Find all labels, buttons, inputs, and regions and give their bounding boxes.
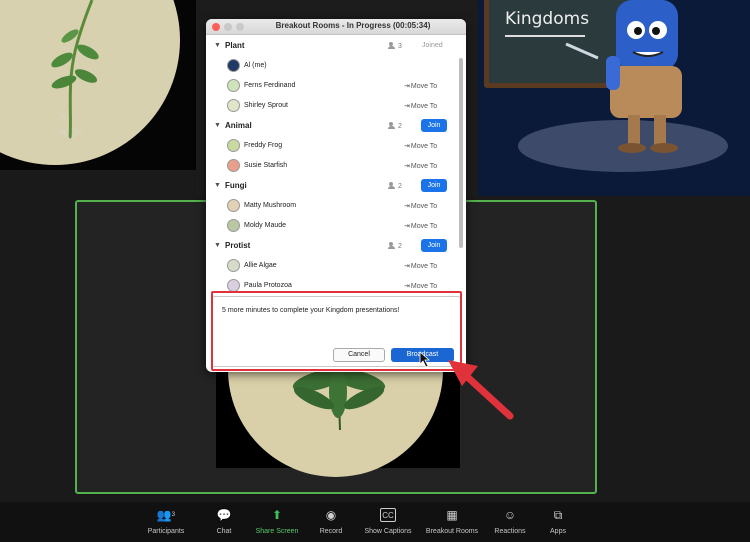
avatar [227, 59, 240, 72]
room-list: ▼ Plant 3 Joined Al (me) Ferns Ferdinand… [206, 36, 466, 308]
video-tile-plant-drawing [0, 0, 196, 170]
apps-icon: ⧉ [553, 508, 563, 522]
person-icon [388, 182, 395, 189]
captions-icon: CC [380, 508, 396, 522]
apps-button[interactable]: ⧉ Apps [523, 508, 593, 535]
person-icon [388, 242, 395, 249]
member-name: Ferns Ferdinand [244, 82, 296, 89]
room-name: Animal [225, 121, 252, 130]
avatar [227, 99, 240, 112]
cancel-button[interactable]: Cancel [333, 348, 385, 362]
participant-count: 2 [388, 182, 402, 190]
person-icon [388, 42, 395, 49]
minimize-window-icon[interactable] [224, 23, 232, 31]
member-name: Al (me) [244, 62, 267, 69]
member-row: Shirley Sprout ⇥Move To [206, 96, 466, 116]
chevron-down-icon[interactable]: ▼ [214, 122, 221, 129]
member-row: Ferns Ferdinand ⇥Move To [206, 76, 466, 96]
room-list-scrollbar[interactable] [459, 58, 463, 248]
move-arrow-icon: ⇥ [404, 163, 410, 170]
meeting-toolbar: 👥3 Participants 💬 Chat ⬆ Share Screen ◉ … [0, 502, 750, 542]
chevron-down-icon[interactable]: ▼ [214, 242, 221, 249]
room-name: Fungi [225, 181, 247, 190]
move-arrow-icon: ⇥ [404, 143, 410, 150]
room-header-fungi[interactable]: ▼ Fungi 2 Join [206, 176, 466, 196]
avatar [227, 219, 240, 232]
close-window-icon[interactable] [212, 23, 220, 31]
move-to-button[interactable]: ⇥Move To [404, 162, 437, 170]
joined-status: Joined [422, 42, 443, 49]
participant-count: 3 [388, 42, 402, 50]
chevron-down-icon[interactable]: ▼ [214, 42, 221, 49]
move-to-button[interactable]: ⇥Move To [404, 202, 437, 210]
avatar [227, 259, 240, 272]
move-to-button[interactable]: ⇥Move To [404, 82, 437, 90]
participant-count: 2 [388, 122, 402, 130]
avatar [227, 159, 240, 172]
fern-sprout-image [51, 0, 99, 141]
avatar [227, 79, 240, 92]
move-arrow-icon: ⇥ [404, 283, 410, 290]
room-name: Plant [225, 41, 245, 50]
maximize-window-icon[interactable] [236, 23, 244, 31]
member-name: Freddy Frog [244, 142, 283, 149]
member-row: Moldy Maude ⇥Move To [206, 216, 466, 236]
move-arrow-icon: ⇥ [404, 103, 410, 110]
join-button[interactable]: Join [421, 119, 447, 132]
room-header-animal[interactable]: ▼ Animal 2 Join [206, 116, 466, 136]
avatar [227, 139, 240, 152]
person-icon [388, 122, 395, 129]
move-arrow-icon: ⇥ [404, 83, 410, 90]
window-titlebar[interactable]: Breakout Rooms - In Progress (00:05:34) [206, 19, 466, 35]
breakout-rooms-window: Breakout Rooms - In Progress (00:05:34) … [206, 19, 466, 372]
move-arrow-icon: ⇥ [404, 263, 410, 270]
move-arrow-icon: ⇥ [404, 203, 410, 210]
member-row: Allie Algae ⇥Move To [206, 256, 466, 276]
member-row: Susie Starfish ⇥Move To [206, 156, 466, 176]
member-name: Susie Starfish [244, 162, 288, 169]
room-header-protist[interactable]: ▼ Protist 2 Join [206, 236, 466, 256]
move-to-button[interactable]: ⇥Move To [404, 262, 437, 270]
member-row: Matty Mushroom ⇥Move To [206, 196, 466, 216]
member-row: Paula Protozoa ⇥Move To [206, 276, 466, 296]
member-name: Allie Algae [244, 262, 277, 269]
chevron-down-icon[interactable]: ▼ [214, 182, 221, 189]
broadcast-button[interactable]: Broadcast [391, 348, 454, 362]
video-tile-kingdoms-character: Kingdoms [478, 0, 750, 196]
member-name: Moldy Maude [244, 222, 287, 229]
member-name: Paula Protozoa [244, 282, 292, 289]
move-to-button[interactable]: ⇥Move To [404, 142, 437, 150]
member-name: Shirley Sprout [244, 102, 288, 109]
member-row: Al (me) [206, 56, 466, 76]
broadcast-message-input[interactable]: 5 more minutes to complete your Kingdom … [222, 307, 399, 314]
participant-count: 2 [388, 242, 402, 250]
move-to-button[interactable]: ⇥Move To [404, 222, 437, 230]
show-captions-button[interactable]: CC Show Captions [353, 508, 423, 535]
avatar [227, 199, 240, 212]
member-name: Matty Mushroom [244, 202, 297, 209]
room-name: Protist [225, 241, 251, 250]
join-button[interactable]: Join [421, 179, 447, 192]
move-to-button[interactable]: ⇥Move To [404, 282, 437, 290]
avatar [227, 279, 240, 292]
broadcast-message-panel: 5 more minutes to complete your Kingdom … [211, 296, 461, 367]
move-to-button[interactable]: ⇥Move To [404, 102, 437, 110]
room-header-plant[interactable]: ▼ Plant 3 Joined [206, 36, 466, 56]
join-button[interactable]: Join [421, 239, 447, 252]
member-row: Freddy Frog ⇥Move To [206, 136, 466, 156]
window-title: Breakout Rooms - In Progress (00:05:34) [275, 21, 431, 30]
move-arrow-icon: ⇥ [404, 223, 410, 230]
cartoon-character-image [565, 0, 682, 153]
